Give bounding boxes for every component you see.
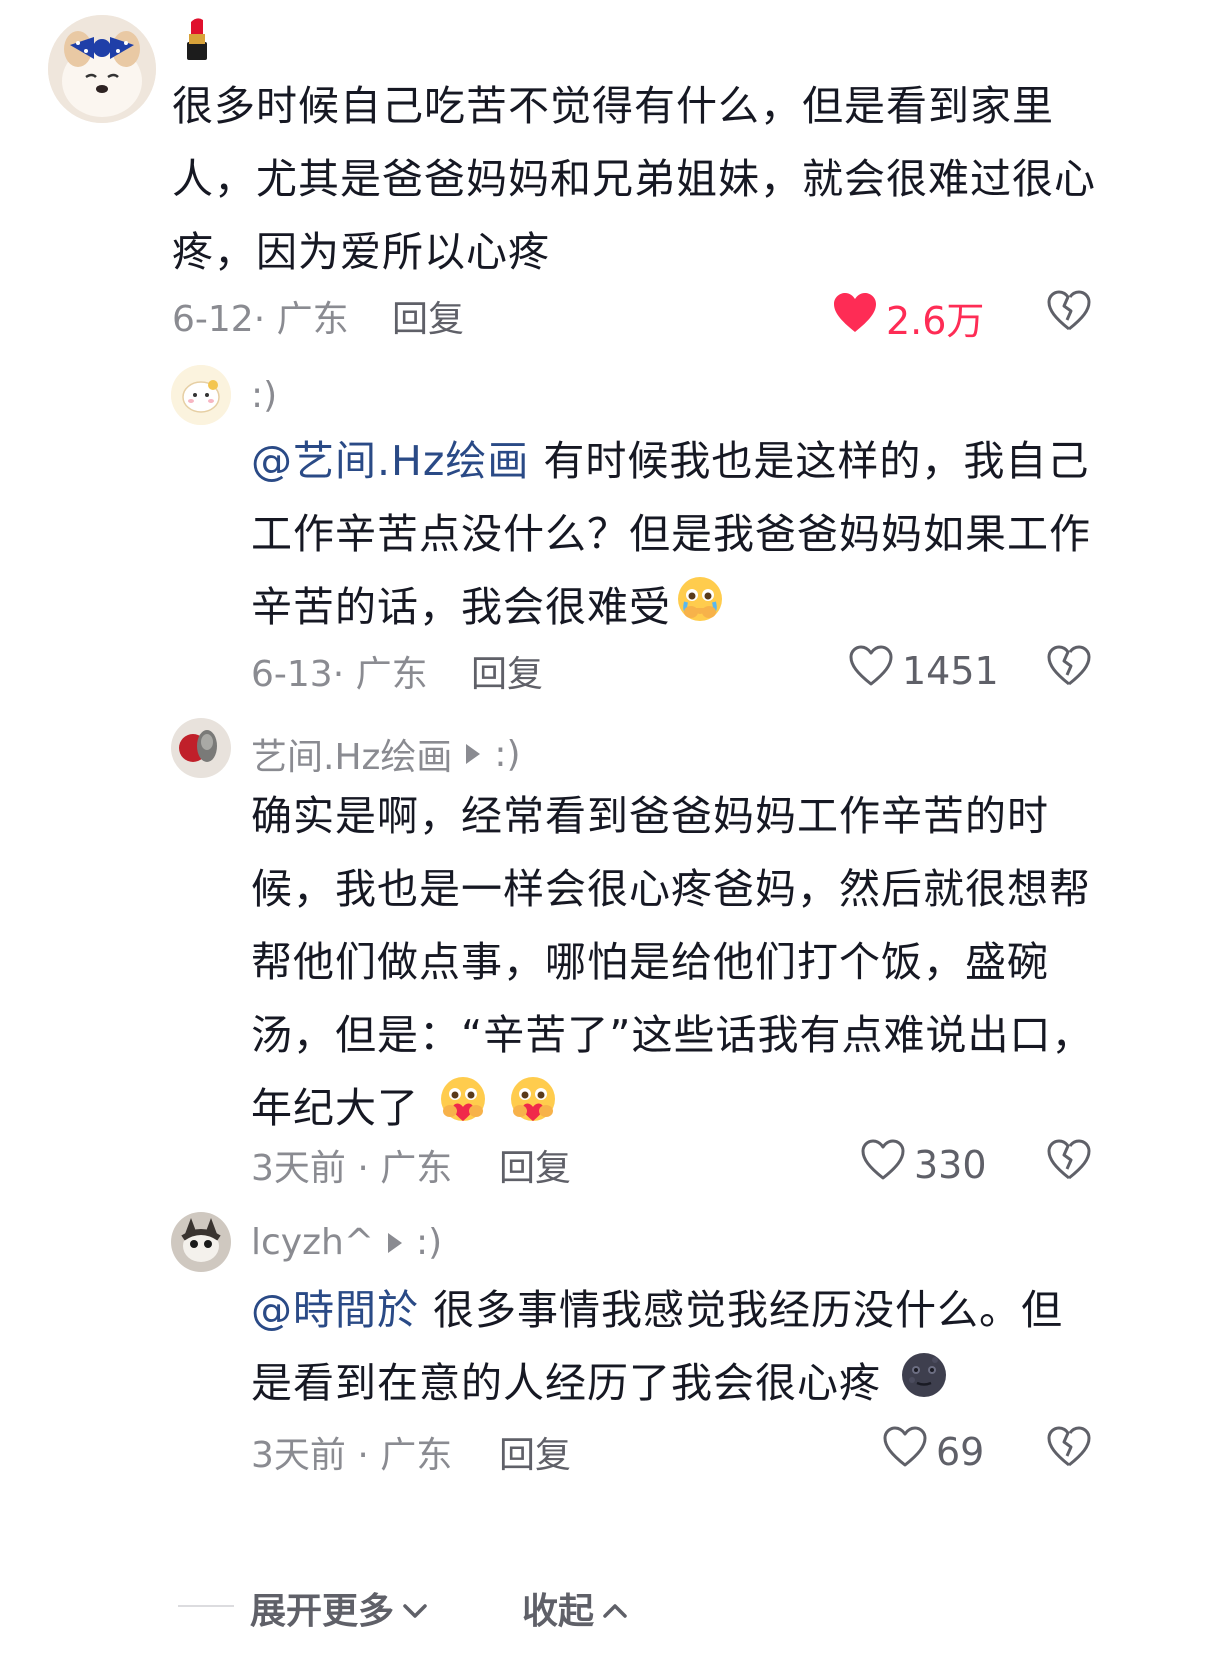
- footer-divider: [178, 1605, 234, 1607]
- reply-2-name[interactable]: 艺间.Hz绘画: [251, 728, 452, 780]
- expand-more-label: 展开更多: [250, 1591, 395, 1632]
- reply-2-like-button[interactable]: 330: [860, 1139, 987, 1190]
- broken-heart-icon[interactable]: [1046, 290, 1092, 336]
- crying-emoji-icon: [675, 574, 725, 647]
- heart-filled-icon: [832, 292, 878, 343]
- lipstick-emoji: [180, 16, 214, 66]
- heart-outline-icon: [848, 645, 894, 696]
- reply-1-line-text: 辛苦的话，我会很难受: [251, 583, 671, 631]
- reply-2-line: 候，我也是一样会很心疼爸妈，然后就很想帮: [251, 865, 1091, 913]
- reply-1-like-button[interactable]: 1451: [848, 645, 999, 696]
- reply-1-username[interactable]: :): [251, 375, 277, 416]
- avatar-main-commenter[interactable]: [48, 15, 156, 123]
- reply-2-line-text: 年纪大了: [251, 1084, 419, 1132]
- reply-1-line: 辛苦的话，我会很难受: [251, 571, 1151, 647]
- reply-1-line-text: 有时候我也是这样的，我自己: [529, 437, 1090, 485]
- reply-1-name[interactable]: :): [251, 375, 277, 416]
- reply-3-line: @時間於 很多事情我感觉我经历没什么。但: [251, 1274, 1151, 1347]
- reply-2-line: 帮他们做点事，哪怕是给他们打个饭，盛碗: [251, 938, 1049, 986]
- main-comment-text: 很多时候自己吃苦不觉得有什么，但是看到家里 人，尤其是爸爸妈妈和兄弟姐妹，就会很…: [172, 70, 1132, 289]
- broken-heart-icon[interactable]: [1046, 645, 1092, 691]
- reply-3-line-text: 很多事情我感觉我经历没什么。但: [419, 1286, 1064, 1334]
- heart-hug-emoji-icon: [437, 1075, 489, 1148]
- reply-1-text: @艺间.Hz绘画 有时候我也是这样的，我自己 工作辛苦点没什么？但是我爸爸妈妈如…: [251, 425, 1151, 647]
- reply-3-line-text: 是看到在意的人经历了我会很心疼: [251, 1359, 881, 1407]
- reply-1-line: @艺间.Hz绘画 有时候我也是这样的，我自己: [251, 425, 1151, 498]
- main-comment-line: 疼，因为爱所以心疼: [172, 228, 550, 276]
- reply-3-text: @時間於 很多事情我感觉我经历没什么。但 是看到在意的人经历了我会很心疼: [251, 1274, 1151, 1423]
- reply-1-like-count: 1451: [902, 648, 999, 693]
- chevron-up-icon: [602, 1588, 628, 1629]
- reply-1-meta: 6-13· 广东: [251, 654, 428, 695]
- avatar-reply-3[interactable]: [171, 1212, 231, 1272]
- heart-outline-icon: [882, 1426, 928, 1477]
- reply-1-line: 工作辛苦点没什么？但是我爸爸妈妈如果工作: [251, 510, 1091, 558]
- broken-heart-icon[interactable]: [1046, 1139, 1092, 1185]
- heart-outline-icon: [860, 1139, 906, 1190]
- collapse-button[interactable]: 收起: [522, 1582, 628, 1634]
- mention-link[interactable]: @時間於: [251, 1286, 419, 1334]
- reply-3-like-count: 69: [936, 1429, 985, 1474]
- reply-2-like-count: 330: [914, 1142, 987, 1187]
- main-reply-button[interactable]: 回复: [392, 290, 464, 342]
- moon-face-emoji-icon: [899, 1350, 949, 1423]
- reply-3-line: 是看到在意的人经历了我会很心疼: [251, 1347, 1151, 1423]
- avatar-reply-2[interactable]: [171, 718, 231, 778]
- reply-3-name[interactable]: lcyzh^: [251, 1222, 374, 1263]
- reply-3-like-button[interactable]: 69: [882, 1426, 984, 1477]
- mention-link[interactable]: @艺间.Hz绘画: [251, 437, 529, 485]
- collapse-label: 收起: [522, 1591, 595, 1632]
- expand-more-button[interactable]: 展开更多: [250, 1582, 428, 1634]
- reply-2-line: 确实是啊，经常看到爸爸妈妈工作辛苦的时: [251, 792, 1049, 840]
- main-comment-line: 很多时候自己吃苦不觉得有什么，但是看到家里: [172, 82, 1054, 130]
- reply-2-line: 汤，但是：“辛苦了”这些话我有点难说出口，: [251, 1011, 1094, 1059]
- avatar-reply-1[interactable]: [171, 365, 231, 425]
- reply-arrow-icon: [387, 1232, 402, 1253]
- reply-3-username[interactable]: lcyzh^ :): [251, 1222, 442, 1263]
- reply-2-reply-button[interactable]: 回复: [499, 1139, 571, 1191]
- heart-hug-emoji-icon: [507, 1075, 559, 1148]
- reply-2-username[interactable]: 艺间.Hz绘画 :): [251, 728, 521, 780]
- reply-arrow-icon: [466, 744, 481, 764]
- main-comment-meta: 6-12· 广东: [172, 299, 349, 340]
- chevron-down-icon: [402, 1588, 428, 1629]
- reply-3-reply-button[interactable]: 回复: [499, 1426, 571, 1478]
- main-comment-line: 人，尤其是爸爸妈妈和兄弟姐妹，就会很难过很心: [172, 155, 1096, 203]
- reply-2-meta: 3天前 · 广东: [251, 1148, 453, 1189]
- broken-heart-icon[interactable]: [1046, 1426, 1092, 1472]
- reply-3-reply-to[interactable]: :): [416, 1222, 442, 1263]
- reply-2-text: 确实是啊，经常看到爸爸妈妈工作辛苦的时 候，我也是一样会很心疼爸妈，然后就很想帮…: [251, 780, 1151, 1148]
- main-like-count: 2.6万: [886, 299, 985, 343]
- reply-1-reply-button[interactable]: 回复: [471, 645, 543, 697]
- reply-2-reply-to[interactable]: :): [494, 734, 520, 775]
- reply-3-meta: 3天前 · 广东: [251, 1435, 453, 1476]
- reply-2-line: 年纪大了: [251, 1072, 1151, 1148]
- main-like-button[interactable]: 2.6万: [832, 290, 984, 345]
